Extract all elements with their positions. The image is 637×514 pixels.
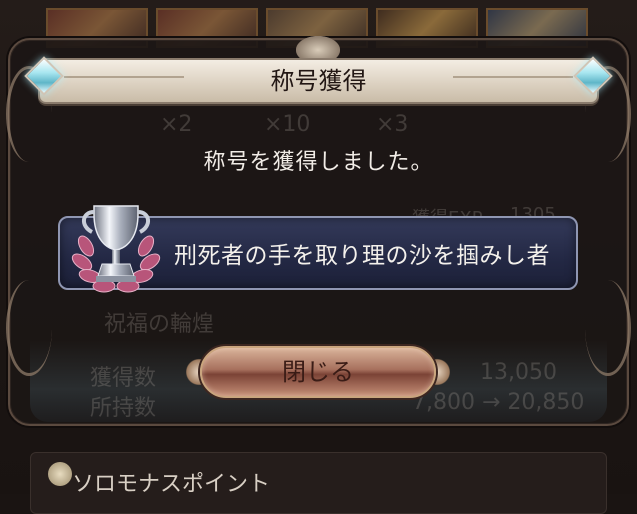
- count-label: ×2: [160, 112, 193, 137]
- dialog-title: 称号獲得: [270, 67, 367, 95]
- close-button[interactable]: 閉じる: [200, 346, 436, 398]
- held-label: 所持数: [90, 396, 157, 421]
- close-button-label: 閉じる: [282, 358, 354, 386]
- obtained-value: 13,050: [480, 360, 557, 385]
- ornament-curl: [6, 280, 52, 376]
- ornament-curl: [585, 280, 631, 376]
- solomonas-points-label: ソロモナスポイント: [72, 471, 271, 496]
- dialog-message: 称号を獲得しました。: [203, 150, 434, 175]
- section-label: 祝福の輪煌: [104, 312, 215, 337]
- count-label: ×10: [264, 112, 311, 137]
- count-label: ×3: [376, 112, 409, 137]
- earned-title-text: 刑死者の手を取り理の沙を掴みし者: [174, 243, 550, 269]
- points-icon: [48, 462, 72, 486]
- trophy-icon: [71, 205, 161, 293]
- close-button-frame: 閉じる: [186, 340, 450, 404]
- obtained-label: 獲得数: [90, 366, 157, 391]
